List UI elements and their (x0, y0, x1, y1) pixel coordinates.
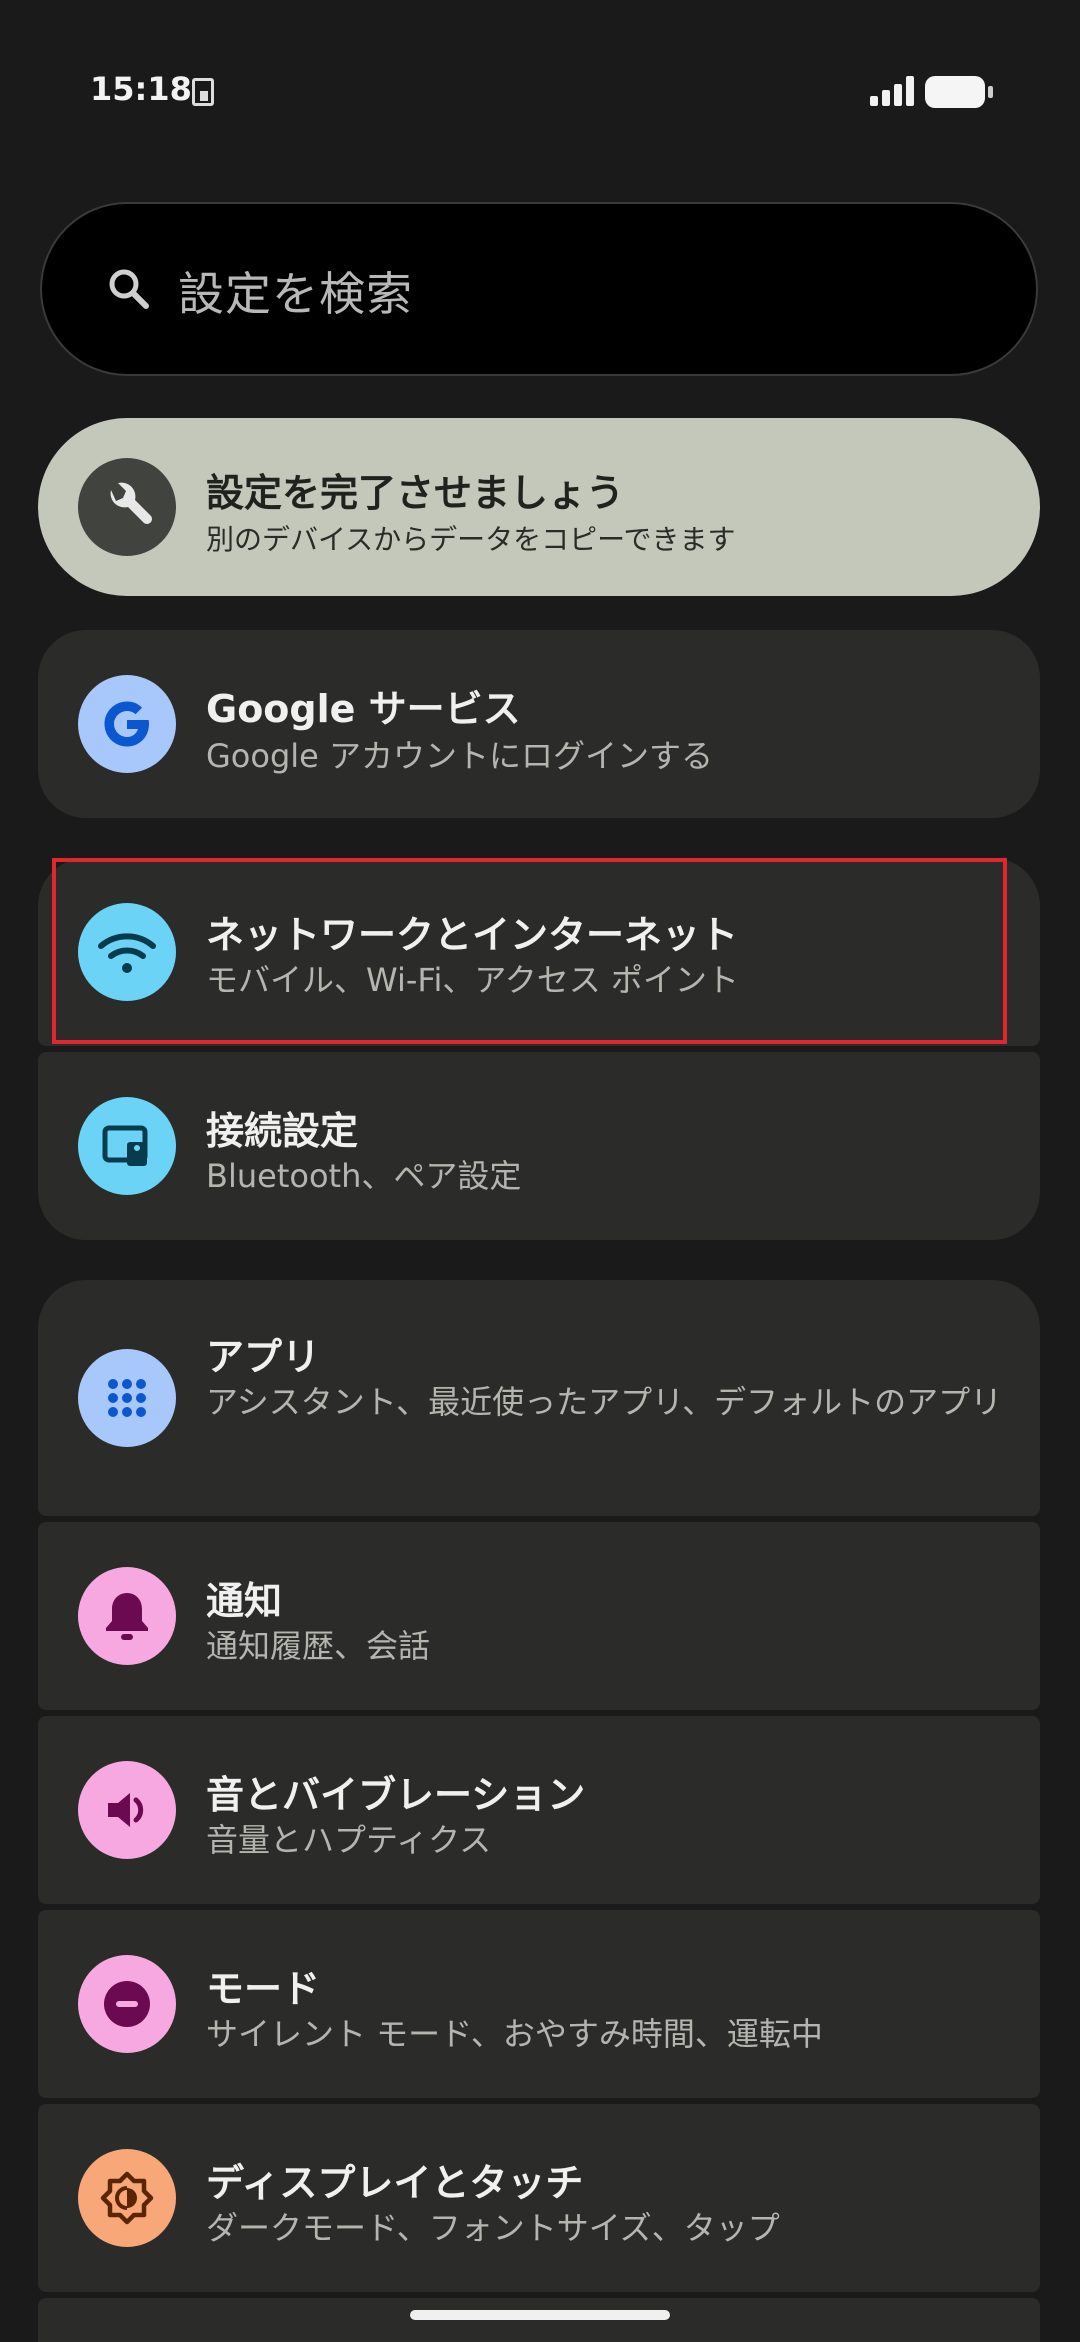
item-title: Google サービス (206, 687, 521, 731)
item-title: ディスプレイとタッチ (206, 2161, 584, 2205)
settings-item-google[interactable]: Google サービス Google アカウントにログインする (38, 630, 1040, 818)
item-subtitle: 通知履歴、会話 (206, 1627, 431, 1665)
settings-item-notifications[interactable]: 通知 通知履歴、会話 (38, 1522, 1040, 1710)
settings-item-sound[interactable]: 音とバイブレーション 音量とハプティクス (38, 1716, 1040, 1904)
setup-title: 設定を完了させましょう (206, 471, 625, 515)
wrench-icon (78, 458, 176, 556)
item-subtitle: Bluetooth、ペア設定 (206, 1157, 522, 1195)
setup-card[interactable]: 設定を完了させましょう 別のデバイスからデータをコピーできます (38, 418, 1040, 596)
settings-item-display[interactable]: ディスプレイとタッチ ダークモード、フォントサイズ、タップ (38, 2104, 1040, 2292)
item-subtitle: アシスタント、最近使ったアプリ、デフォルトのアプリ (206, 1383, 1003, 1421)
sim-icon (192, 78, 214, 106)
signal-icon (870, 76, 914, 106)
item-title: 接続設定 (206, 1109, 359, 1153)
status-time: 15:18 (90, 70, 192, 108)
item-subtitle: 音量とハプティクス (206, 1821, 492, 1859)
item-title: モード (206, 1967, 321, 2011)
dnd-icon (78, 1955, 176, 2053)
selection-highlight (52, 858, 1007, 1044)
item-subtitle: ダークモード、フォントサイズ、タップ (206, 2209, 780, 2247)
setup-subtitle: 別のデバイスからデータをコピーできます (206, 523, 736, 556)
settings-item-apps[interactable]: アプリ アシスタント、最近使ったアプリ、デフォルトのアプリ (38, 1280, 1040, 1516)
home-indicator[interactable] (410, 2310, 670, 2320)
search-placeholder: 設定を検索 (178, 267, 413, 321)
battery-icon (925, 76, 993, 108)
settings-item-next[interactable] (38, 2298, 1040, 2342)
item-title: アプリ (206, 1335, 321, 1379)
brightness-icon (78, 2149, 176, 2247)
google-icon (78, 675, 176, 773)
search-icon (109, 269, 149, 309)
devices-icon (78, 1097, 176, 1195)
item-title: 音とバイブレーション (206, 1773, 586, 1817)
item-subtitle: サイレント モード、おやすみ時間、運転中 (206, 2015, 823, 2053)
status-bar: 15:18 (0, 0, 1080, 180)
settings-item-connected-devices[interactable]: 接続設定 Bluetooth、ペア設定 (38, 1052, 1040, 1240)
search-bar[interactable]: 設定を検索 (40, 202, 1038, 376)
bell-icon (78, 1567, 176, 1665)
item-subtitle: Google アカウントにログインする (206, 737, 714, 775)
settings-item-modes[interactable]: モード サイレント モード、おやすみ時間、運転中 (38, 1910, 1040, 2098)
apps-icon (78, 1349, 176, 1447)
volume-icon (78, 1761, 176, 1859)
item-title: 通知 (206, 1579, 283, 1623)
